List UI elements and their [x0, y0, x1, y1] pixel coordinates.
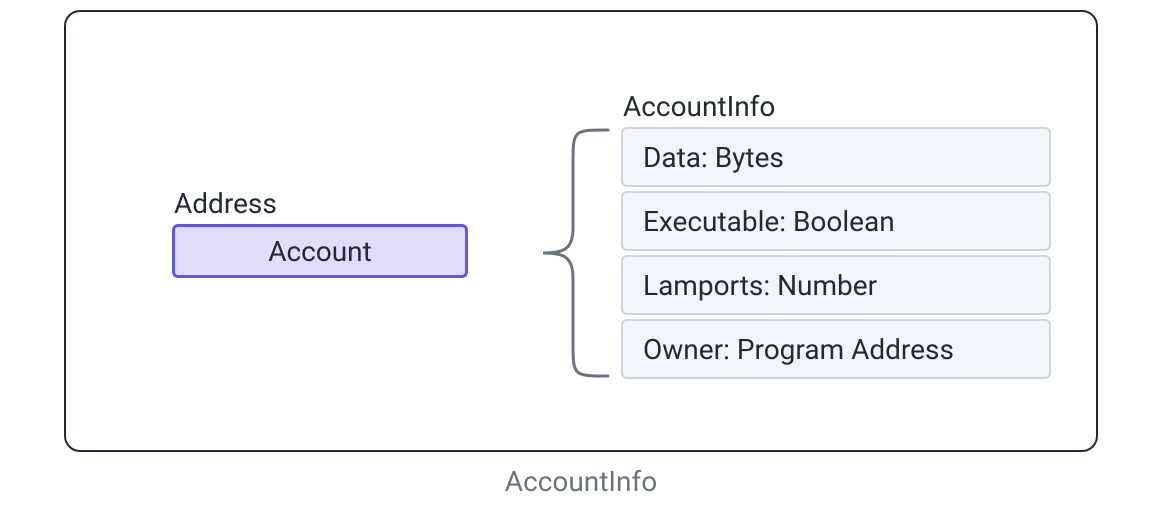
field-data: Data: Bytes — [621, 127, 1051, 187]
diagram-caption: AccountInfo — [0, 465, 1162, 498]
field-data-text: Data: Bytes — [643, 141, 784, 174]
field-executable-text: Executable: Boolean — [643, 205, 895, 238]
brace-icon — [493, 124, 613, 382]
diagram-container: Address Account AccountInfo Data: Bytes … — [64, 10, 1098, 452]
field-lamports: Lamports: Number — [621, 255, 1051, 315]
field-owner: Owner: Program Address — [621, 319, 1051, 379]
accountinfo-label: AccountInfo — [623, 90, 775, 123]
field-owner-text: Owner: Program Address — [643, 333, 954, 366]
account-box-text: Account — [268, 235, 372, 268]
field-executable: Executable: Boolean — [621, 191, 1051, 251]
field-lamports-text: Lamports: Number — [643, 269, 877, 302]
fields-stack: Data: Bytes Executable: Boolean Lamports… — [621, 127, 1051, 379]
address-label: Address — [174, 187, 277, 220]
account-box: Account — [172, 224, 468, 278]
